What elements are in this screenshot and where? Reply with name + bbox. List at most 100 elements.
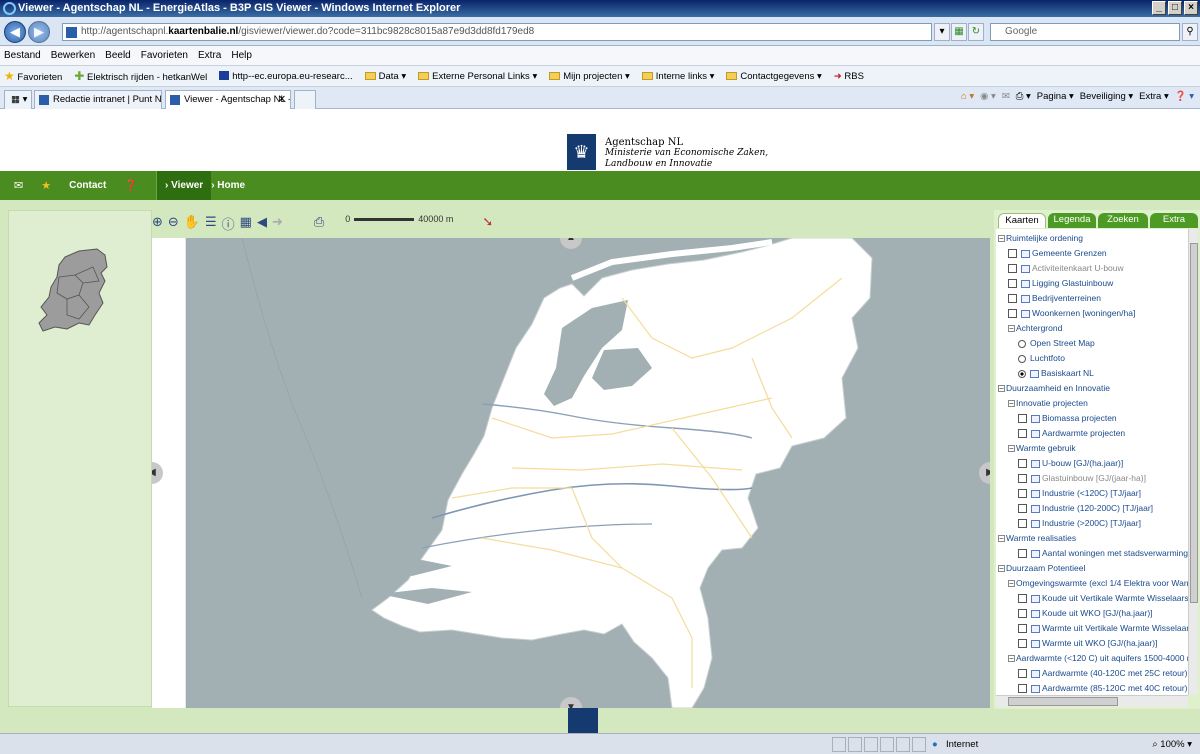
mail-icon[interactable]: ✉: [1002, 91, 1010, 102]
tree-layer[interactable]: Koude uit Vertikale Warmte Wisselaars [G: [1018, 591, 1188, 606]
info-icon[interactable]: ⓘ: [222, 214, 235, 233]
tree-layer[interactable]: Industrie (120-200C) [TJ/jaar]: [1018, 501, 1153, 516]
tree-group[interactable]: – Achtergrond: [1008, 321, 1062, 336]
fav-folder-mijn-projecten[interactable]: Mijn projecten ▾: [549, 71, 630, 82]
tree-layer[interactable]: Koude uit WKO [GJ/(ha.jaar)]: [1018, 606, 1153, 621]
tree-group[interactable]: – Warmte realisaties: [998, 531, 1076, 546]
tab-legenda[interactable]: Legenda: [1048, 213, 1096, 228]
close-tab-icon[interactable]: ✕: [278, 91, 286, 108]
tree-layer[interactable]: Industrie (<120C) [TJ/jaar]: [1018, 486, 1141, 501]
menu-bewerken[interactable]: Bewerken: [51, 50, 95, 61]
tab-zoeken[interactable]: Zoeken: [1098, 213, 1148, 228]
collapse-icon[interactable]: –: [1008, 655, 1015, 663]
scrollbar-thumb[interactable]: [1190, 243, 1198, 603]
tree-layer[interactable]: Bedrijventerreinen: [1008, 291, 1101, 306]
layer-checkbox[interactable]: [1018, 549, 1027, 559]
cmd-extra[interactable]: Extra ▾: [1139, 91, 1169, 102]
tree-layer[interactable]: Aardwarmte (85-120C met 40C retour) [G: [1018, 681, 1188, 695]
menu-extra[interactable]: Extra: [198, 50, 221, 61]
layer-checkbox[interactable]: [1018, 414, 1027, 424]
layer-checkbox[interactable]: [1018, 594, 1027, 604]
basemap-radio[interactable]: [1018, 354, 1026, 363]
layer-checkbox[interactable]: [1008, 264, 1017, 274]
collapse-icon[interactable]: –: [1008, 400, 1015, 408]
collapse-icon[interactable]: –: [998, 535, 1005, 543]
menu-favorieten[interactable]: Favorieten: [141, 50, 188, 61]
layer-checkbox[interactable]: [1018, 489, 1027, 499]
address-dropdown-icon[interactable]: ▾: [934, 23, 950, 41]
window-title-bar[interactable]: Viewer - Agentschap NL - EnergieAtlas - …: [0, 0, 1200, 17]
tree-layer[interactable]: Aardwarmte (40-120C met 25C retour) [G: [1018, 666, 1188, 681]
compatibility-icon[interactable]: ▦: [951, 23, 967, 41]
tree-layer[interactable]: Warmte uit WKO [GJ/(ha.jaar)]: [1018, 636, 1157, 651]
collapse-icon[interactable]: –: [998, 235, 1005, 243]
mail-nav-icon[interactable]: ✉: [14, 179, 23, 192]
tree-group[interactable]: – Omgevingswarmte (excl 1/4 Elektra voor …: [1008, 576, 1188, 591]
print-icon[interactable]: ⎙ ▾: [1016, 91, 1031, 102]
layer-tree-horizontal-scrollbar[interactable]: [996, 695, 1188, 707]
collapse-icon[interactable]: –: [1008, 580, 1015, 588]
tree-layer[interactable]: Aardwarmte projecten: [1018, 426, 1125, 441]
tab-redactie-intranet[interactable]: Redactie intranet | Punt NL: [34, 90, 162, 109]
tree-layer[interactable]: Gemeente Grenzen: [1008, 246, 1107, 261]
layer-checkbox[interactable]: [1008, 294, 1017, 304]
fav-folder-interne-links[interactable]: Interne links ▾: [641, 71, 714, 82]
fav-item-elektrisch[interactable]: ✚ Elektrisch rijden - hetkanWel: [74, 69, 207, 83]
main-map[interactable]: ▲ ▼ ◀ ▶: [152, 238, 990, 708]
new-tab-button[interactable]: [294, 90, 316, 109]
layer-checkbox[interactable]: [1008, 249, 1017, 259]
close-window-button[interactable]: ×: [1184, 1, 1198, 15]
layer-checkbox[interactable]: [1018, 639, 1027, 649]
help-icon[interactable]: ❓ ▾: [1175, 91, 1194, 102]
tree-layer[interactable]: Warmte uit Vertikale Warmte Wisselaars: [1018, 621, 1188, 636]
tree-layer[interactable]: Activiteitenkaart U-bouw: [1008, 261, 1124, 276]
scrollbar-thumb[interactable]: [1008, 697, 1118, 706]
fav-folder-externe[interactable]: Externe Personal Links ▾: [418, 71, 537, 82]
quick-tabs-button[interactable]: ▦ ▾: [4, 90, 32, 109]
layer-tree-vertical-scrollbar[interactable]: [1188, 229, 1198, 695]
tree-layer[interactable]: Basiskaart NL: [1018, 366, 1094, 381]
tree-layer[interactable]: Luchtfoto: [1018, 351, 1065, 366]
layer-checkbox[interactable]: [1008, 309, 1017, 319]
tree-layer[interactable]: Aantal woningen met stadsverwarming: [1018, 546, 1188, 561]
tab-kaarten[interactable]: Kaarten: [998, 213, 1046, 228]
fav-folder-data[interactable]: Data ▾: [364, 71, 406, 82]
layer-checkbox[interactable]: [1018, 519, 1027, 529]
address-input[interactable]: http://agentschapnl.kaartenbalie.nl/gisv…: [62, 23, 932, 41]
tree-layer[interactable]: Ligging Glastuinbouw: [1008, 276, 1113, 291]
layer-checkbox[interactable]: [1018, 504, 1027, 514]
menu-help[interactable]: Help: [231, 50, 252, 61]
clear-measure-icon[interactable]: ➘: [482, 214, 493, 233]
tree-layer[interactable]: Biomassa projecten: [1018, 411, 1117, 426]
layer-checkbox[interactable]: [1018, 429, 1027, 439]
favorite-nav-icon[interactable]: ★: [41, 179, 51, 192]
fav-item-rbs[interactable]: ➜ RBS: [834, 71, 864, 82]
layer-checkbox[interactable]: [1018, 684, 1027, 694]
zoom-in-icon[interactable]: ⊕: [152, 214, 163, 233]
cmd-beveiliging[interactable]: Beveiliging ▾: [1080, 91, 1133, 102]
fav-folder-contactgegevens[interactable]: Contactgegevens ▾: [726, 71, 822, 82]
collapse-icon[interactable]: –: [998, 565, 1005, 573]
layer-checkbox[interactable]: [1018, 669, 1027, 679]
zoom-out-icon[interactable]: ⊖: [168, 214, 179, 233]
tree-group[interactable]: – Warmte gebruik: [1008, 441, 1076, 456]
tree-layer[interactable]: Industrie (>200C) [TJ/jaar]: [1018, 516, 1141, 531]
basemap-radio[interactable]: [1018, 369, 1026, 378]
layer-checkbox[interactable]: [1018, 624, 1027, 634]
nav-viewer[interactable]: › Viewer: [157, 171, 212, 200]
forward-button[interactable]: ▶: [28, 21, 50, 43]
tree-group[interactable]: – Innovatie projecten: [1008, 396, 1088, 411]
basemap-radio[interactable]: [1018, 339, 1026, 348]
previous-extent-icon[interactable]: ◀: [257, 214, 267, 233]
refresh-icon[interactable]: ↻: [968, 23, 984, 41]
tab-viewer[interactable]: Viewer - Agentschap NL - ... ✕: [165, 90, 291, 109]
layer-checkbox[interactable]: [1018, 474, 1027, 484]
layer-checkbox[interactable]: [1018, 459, 1027, 469]
security-zone[interactable]: ● Internet: [932, 737, 1012, 752]
tree-layer[interactable]: Glastuinbouw [GJ/(jaar-ha)]: [1018, 471, 1146, 486]
maximize-button[interactable]: □: [1168, 1, 1182, 15]
tree-layer[interactable]: Woonkernen [woningen/ha]: [1008, 306, 1135, 321]
layer-checkbox[interactable]: [1008, 279, 1017, 289]
home-icon[interactable]: ⌂ ▾: [961, 91, 974, 102]
help-nav-icon[interactable]: ❓: [124, 179, 138, 192]
